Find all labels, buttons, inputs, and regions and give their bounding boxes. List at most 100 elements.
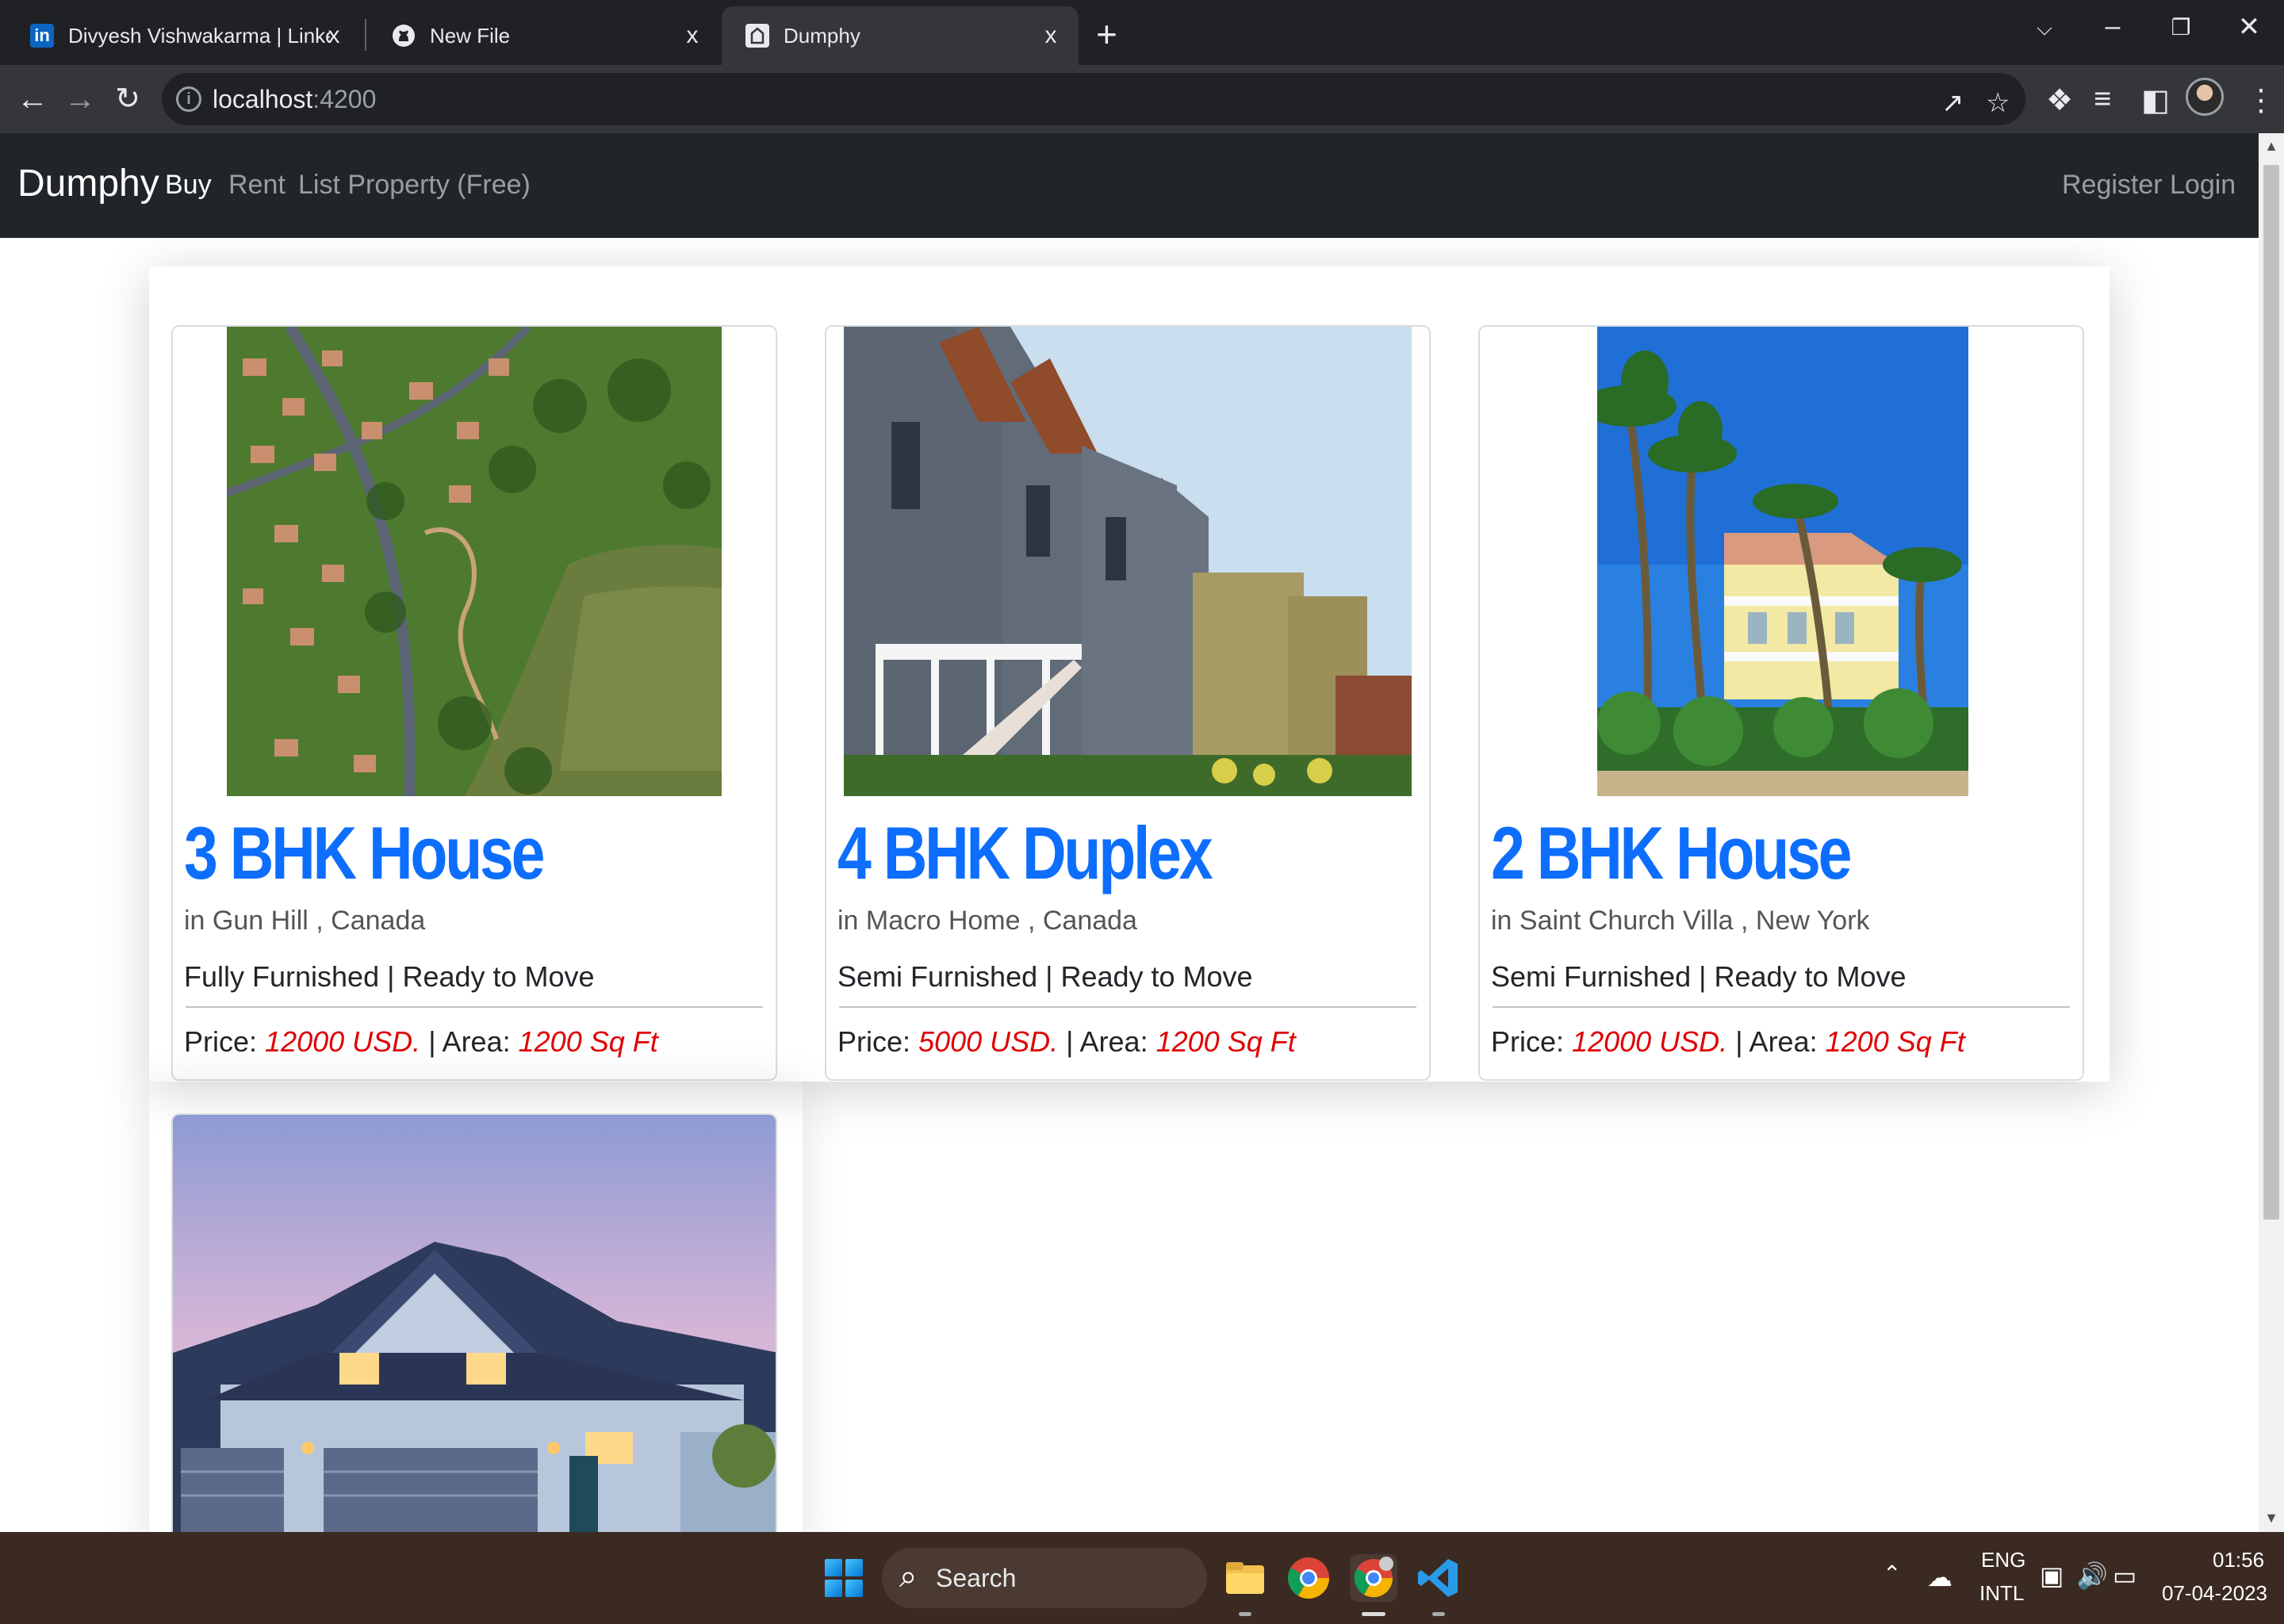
close-tab-icon[interactable]: x <box>679 22 706 49</box>
back-arrow-icon[interactable]: ← <box>13 79 52 119</box>
extensions-puzzle-icon[interactable]: ❖ <box>2046 82 2073 118</box>
search-label: Search <box>936 1564 1017 1592</box>
nav-register[interactable]: Register <box>2062 170 2163 201</box>
search-icon: ⌕ <box>899 1559 918 1594</box>
divider <box>186 1006 763 1008</box>
restore-icon[interactable]: ❐ <box>2157 14 2205 40</box>
bookmark-star-icon[interactable]: ☆ <box>1986 87 2010 119</box>
tab-separator <box>365 19 366 51</box>
scroll-up-icon[interactable]: ▲ <box>2263 138 2279 155</box>
brand-logo[interactable]: Dumphy <box>17 162 159 205</box>
property-location: in Gun Hill , Canada <box>184 906 426 936</box>
palm-trees-villa-image[interactable] <box>1597 327 1968 796</box>
github-icon <box>392 24 416 48</box>
forward-arrow-icon[interactable]: → <box>60 79 100 119</box>
price-area-line: Price: 5000 USD. | Area: 1200 Sq Ft <box>837 1025 1429 1059</box>
minimize-icon[interactable]: – <box>2089 11 2136 42</box>
vscode-icon[interactable] <box>1415 1554 1462 1616</box>
property-card[interactable]: 3 BHK House in Gun Hill , Canada Fully F… <box>171 325 777 1081</box>
tab-dumphy[interactable]: Dumphy x <box>722 6 1079 65</box>
profile-avatar[interactable] <box>2186 78 2224 116</box>
divider <box>1493 1006 2070 1008</box>
nav-login[interactable]: Login <box>2170 170 2236 201</box>
area-label: | Area: <box>428 1025 511 1058</box>
media-queue-icon[interactable]: ≡ <box>2094 82 2111 117</box>
browser-tab-strip: in Divyesh Vishwakarma | LinkedIn x New … <box>0 0 2284 65</box>
info-icon[interactable]: i <box>176 86 201 112</box>
clock-time[interactable]: 01:56 <box>2213 1548 2264 1572</box>
volume-icon[interactable]: 🔊 <box>2076 1561 2108 1591</box>
battery-icon[interactable]: ▭ <box>2113 1561 2136 1591</box>
app-navbar: Dumphy Buy Rent List Property (Free) Reg… <box>0 133 2259 238</box>
url-text[interactable]: localhost:4200 <box>213 85 376 114</box>
windows-start-icon[interactable] <box>825 1559 863 1597</box>
page-scrollbar[interactable]: ▲ ▼ <box>2259 133 2284 1532</box>
tab-search-chevron-icon[interactable]: ⌵ <box>2021 16 2068 41</box>
price-value: 5000 USD. <box>918 1025 1059 1058</box>
url-port: :4200 <box>312 85 377 113</box>
area-value: 1200 Sq Ft <box>1155 1025 1296 1058</box>
tab-new-file[interactable]: New File x <box>368 6 720 65</box>
running-indicator <box>1239 1612 1251 1616</box>
windows-taskbar: ⌕ Search ⌃ ☁ ENG INTL ▣ 🔊 ▭ 01:56 07-04-… <box>0 1532 2284 1624</box>
price-value: 12000 USD. <box>1572 1025 1728 1058</box>
property-details: Fully Furnished | Ready to Move <box>184 960 595 993</box>
menu-kebab-icon[interactable]: ⋮ <box>2246 82 2276 118</box>
property-details: Semi Furnished | Ready to Move <box>1491 960 1907 993</box>
property-card[interactable]: 4 BHK Duplex in Macro Home , Canada Semi… <box>825 325 1431 1081</box>
new-tab-icon[interactable]: + <box>1096 13 1117 56</box>
price-label: Price: <box>184 1025 258 1058</box>
property-card[interactable]: 2 BHK House in Saint Church Villa , New … <box>1478 325 2084 1081</box>
property-title[interactable]: 4 BHK Duplex <box>837 812 1323 894</box>
nav-buy[interactable]: Buy <box>165 170 212 201</box>
nav-list-property[interactable]: List Property (Free) <box>298 170 531 201</box>
side-panel-icon[interactable]: ◧ <box>2141 82 2170 118</box>
linkedin-icon: in <box>30 24 54 48</box>
file-explorer-icon[interactable] <box>1221 1554 1269 1616</box>
active-indicator <box>1362 1612 1385 1616</box>
lang-top[interactable]: ENG <box>1981 1548 2025 1572</box>
price-area-line: Price: 12000 USD. | Area: 1200 Sq Ft <box>1491 1025 2083 1059</box>
main-content: 3 BHK House in Gun Hill , Canada Fully F… <box>0 238 2259 1532</box>
price-label: Price: <box>1491 1025 1565 1058</box>
nav-rent[interactable]: Rent <box>228 170 286 201</box>
show-hidden-icons-chevron[interactable]: ⌃ <box>1883 1561 1901 1587</box>
lang-bottom[interactable]: INTL <box>1979 1581 2024 1606</box>
onedrive-cloud-icon[interactable]: ☁ <box>1927 1562 1953 1592</box>
property-image-frame <box>1480 327 2083 798</box>
area-value: 1200 Sq Ft <box>1825 1025 1965 1058</box>
scroll-down-icon[interactable]: ▼ <box>2263 1510 2279 1526</box>
property-location: in Saint Church Villa , New York <box>1491 906 1870 936</box>
close-tab-icon[interactable]: x <box>320 22 347 49</box>
tab-title: Divyesh Vishwakarma | LinkedIn <box>68 23 330 48</box>
area-value: 1200 Sq Ft <box>518 1025 658 1058</box>
tab-linkedin[interactable]: in Divyesh Vishwakarma | LinkedIn x <box>6 6 362 65</box>
network-icon[interactable]: ▣ <box>2040 1561 2064 1591</box>
property-details: Semi Furnished | Ready to Move <box>837 960 1253 993</box>
chrome-icon[interactable] <box>1285 1554 1332 1602</box>
area-label: | Area: <box>1066 1025 1148 1058</box>
aerial-neighborhood-lake-image[interactable] <box>227 327 722 796</box>
property-title[interactable]: 3 BHK House <box>184 812 669 894</box>
chrome-profile-icon[interactable] <box>1350 1554 1397 1616</box>
address-bar[interactable]: i localhost:4200 ↗ ☆ <box>162 73 2025 125</box>
reload-icon[interactable]: ↻ <box>108 79 148 119</box>
area-label: | Area: <box>1735 1025 1818 1058</box>
running-indicator <box>1432 1612 1445 1616</box>
row-townhouses-image[interactable] <box>844 327 1412 796</box>
price-value: 12000 USD. <box>265 1025 421 1058</box>
price-area-line: Price: 12000 USD. | Area: 1200 Sq Ft <box>184 1025 776 1059</box>
scroll-thumb[interactable] <box>2263 165 2279 1220</box>
close-window-icon[interactable]: ✕ <box>2225 11 2273 43</box>
browser-toolbar: ← → ↻ i localhost:4200 ↗ ☆ ❖ ≡ ◧ ⋮ <box>0 65 2284 133</box>
close-tab-icon[interactable]: x <box>1037 22 1064 49</box>
property-title[interactable]: 2 BHK House <box>1491 812 1976 894</box>
taskbar-search[interactable]: ⌕ Search <box>882 1548 1207 1608</box>
page-icon <box>745 24 769 48</box>
listing-row-panel: 3 BHK House in Gun Hill , Canada Fully F… <box>149 266 2110 1082</box>
share-icon[interactable]: ↗ <box>1941 87 1964 119</box>
property-card[interactable] <box>171 1113 777 1532</box>
clock-date[interactable]: 07-04-2023 <box>2162 1581 2267 1606</box>
suburban-house-dusk-image[interactable] <box>173 1115 777 1532</box>
tab-title: New File <box>430 23 511 48</box>
